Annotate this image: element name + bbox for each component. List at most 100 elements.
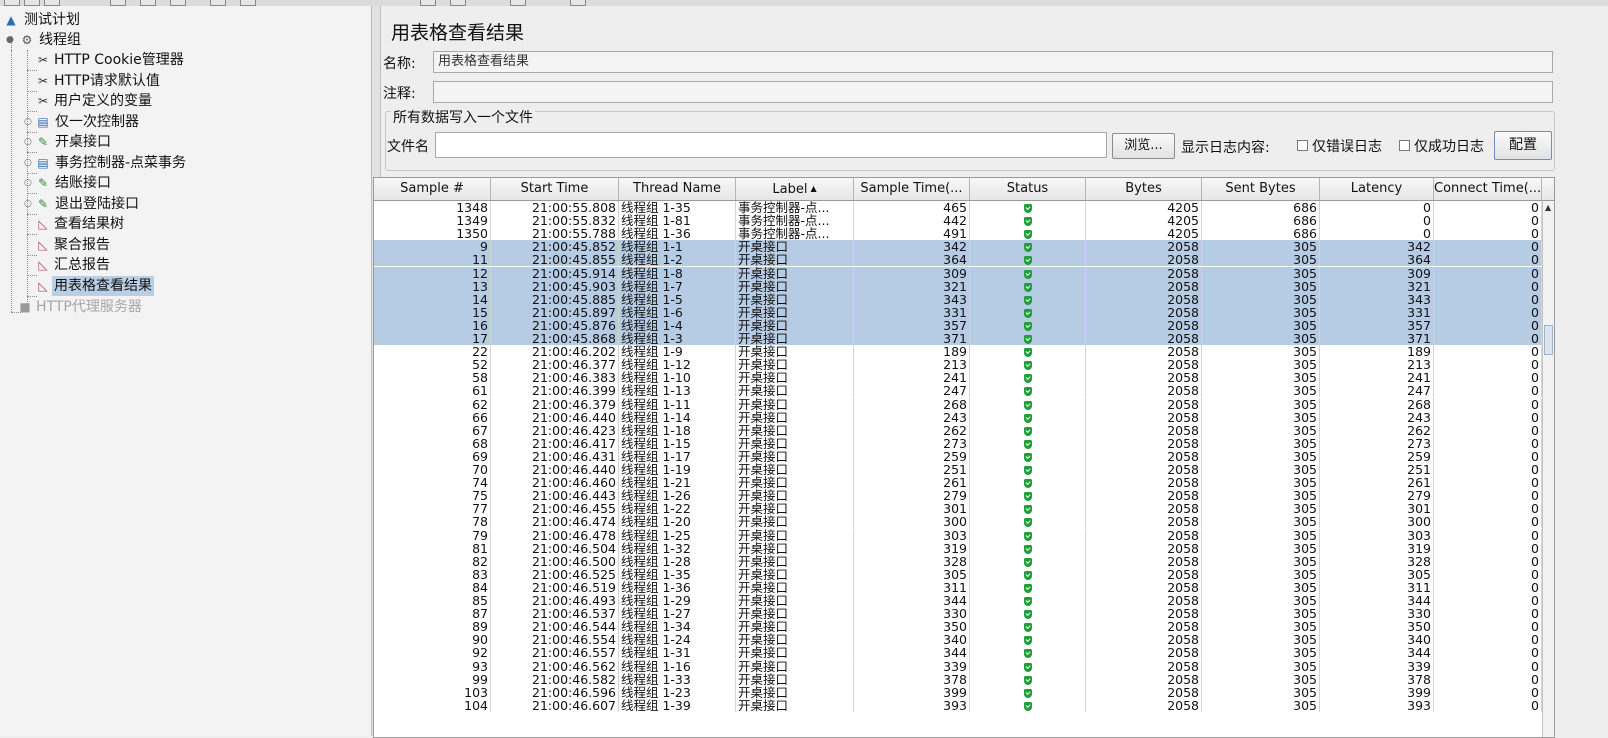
table-row[interactable]: 13 21:00:45.903 线程组 1-7 开桌接口 321 2058 305 321 0 [374,279,1542,293]
column-header-status[interactable]: Status [970,178,1086,200]
table-row[interactable]: 79 21:00:46.478 线程组 1-25 开桌接口 303 2058 305 303 0 [374,528,1542,542]
cell-bytes: 2058 [1086,554,1202,568]
table-row[interactable]: 1350 21:00:55.788 线程组 1-36 事务控制器-点... 491 420… [374,227,1542,241]
column-header-sample-time[interactable]: Sample Time(... [854,178,970,200]
column-header-bytes[interactable]: Bytes [1086,178,1202,200]
collapse-toggle-icon[interactable]: ● [6,36,14,45]
table-row[interactable]: 11 21:00:45.855 线程组 1-2 开桌接口 364 2058 305 364 0 [374,253,1542,267]
cell-sent-bytes: 305 [1202,358,1320,372]
column-header-start-time[interactable]: Start Time [491,178,619,200]
tree-node-user-defined-variables[interactable]: ✂ 用户定义的变量 [36,91,256,111]
table-row[interactable]: 77 21:00:46.455 线程组 1-22 开桌接口 301 2058 305 301 0 [374,502,1542,516]
tree-node-checkout-sampler[interactable]: ○ ✎ 结账接口 [22,173,242,193]
config-element-scissors-icon: ✂ [37,94,49,108]
column-header-connect-time[interactable]: Connect Time(... [1434,178,1542,200]
table-row[interactable]: 58 21:00:46.383 线程组 1-10 开桌接口 241 2058 305 241 0 [374,371,1542,385]
table-row[interactable]: 92 21:00:46.557 线程组 1-31 开桌接口 344 2058 305 344 0 [374,646,1542,660]
table-row[interactable]: 16 21:00:45.876 线程组 1-4 开桌接口 357 2058 305 357 0 [374,318,1542,332]
table-row[interactable]: 85 21:00:46.493 线程组 1-29 开桌接口 344 2058 305 344 0 [374,594,1542,607]
table-row[interactable]: 12 21:00:45.914 线程组 1-8 开桌接口 309 2058 305 309 0 [374,266,1542,280]
cell-sample-time: 371 [854,332,970,345]
tree-node-logout-sampler[interactable]: ○ ✎ 退出登陆接口 [22,194,242,214]
table-row[interactable]: 84 21:00:46.519 线程组 1-36 开桌接口 311 2058 305 311 0 [374,580,1542,594]
expand-toggle-icon[interactable]: ○ [24,138,32,147]
cell-status [970,371,1086,385]
cell-start-time: 21:00:45.855 [491,253,619,267]
tree-node-http-request-defaults[interactable]: ✂ HTTP请求默认值 [36,71,256,91]
table-row[interactable]: 83 21:00:46.525 线程组 1-35 开桌接口 305 2058 305 305 0 [374,567,1542,581]
cell-status [970,463,1086,476]
table-row[interactable]: 9 21:00:45.852 线程组 1-1 开桌接口 342 2058 305 342 0 [374,240,1542,254]
tree-node-open-table-sampler[interactable]: ○ ✎ 开桌接口 [22,132,242,152]
success-only-checkbox[interactable]: 仅成功日志 [1399,136,1484,156]
column-header-sample-number[interactable]: Sample # [374,178,491,200]
table-row[interactable]: 1348 21:00:55.808 线程组 1-35 事务控制器-点... 465 420… [374,201,1542,214]
table-vertical-scrollbar[interactable]: ▲ [1542,201,1554,737]
table-row[interactable]: 103 21:00:46.596 线程组 1-23 开桌接口 399 2058 305 399… [374,685,1542,699]
table-header: Sample # Start Time Thread Name Label ▲ Sampl… [374,178,1554,201]
checkbox-box[interactable] [1399,140,1410,151]
cell-thread-name: 线程组 1-33 [619,672,736,686]
table-row[interactable]: 15 21:00:45.897 线程组 1-6 开桌接口 331 2058 305 331 0 [374,305,1542,319]
expand-toggle-icon[interactable]: ○ [24,200,32,209]
tree-node-test-plan[interactable]: ▲ 测试计划 [4,10,204,30]
table-row[interactable]: 1349 21:00:55.832 线程组 1-81 事务控制器-点... 442 420… [374,214,1542,228]
tree-node-http-cookie-manager[interactable]: ✂ HTTP Cookie管理器 [36,50,256,70]
table-row[interactable]: 22 21:00:46.202 线程组 1-9 开桌接口 189 2058 305 189 0 [374,345,1542,359]
cell-connect-time: 0 [1434,423,1542,437]
table-row[interactable]: 104 21:00:46.607 线程组 1-39 开桌接口 393 2058 305 393… [374,698,1542,712]
checkbox-box[interactable] [1297,140,1308,151]
table-row[interactable]: 61 21:00:46.399 线程组 1-13 开桌接口 247 2058 305 247 0 [374,384,1542,398]
tree-node-summary-report[interactable]: ◺ 汇总报告 [36,255,256,275]
name-field[interactable]: 用表格查看结果 [433,51,1553,73]
browse-button[interactable]: 浏览... [1112,133,1175,159]
expand-toggle-icon[interactable]: ○ [24,118,32,127]
table-row[interactable]: 52 21:00:46.377 线程组 1-12 开桌接口 213 2058 305 213 0 [374,358,1542,372]
table-row[interactable]: 99 21:00:46.582 线程组 1-33 开桌接口 378 2058 305 378 0 [374,672,1542,686]
scroll-up-arrow-icon[interactable]: ▲ [1545,203,1551,212]
table-row[interactable]: 78 21:00:46.474 线程组 1-20 开桌接口 300 2058 305 300 0 [374,515,1542,529]
tree-node-thread-group[interactable]: ● ⚙ 线程组 [4,30,204,50]
filename-input[interactable] [435,132,1107,158]
table-row[interactable]: 82 21:00:46.500 线程组 1-28 开桌接口 328 2058 305 328 0 [374,554,1542,568]
tree-node-http-proxy-server[interactable]: ■ HTTP代理服务器 [18,297,238,317]
tree-node-once-only-controller[interactable]: ○ ▤ 仅一次控制器 [22,112,242,132]
success-shield-icon [1023,374,1032,384]
tree-node-aggregate-report[interactable]: ◺ 聚合报告 [36,235,256,255]
table-row[interactable]: 81 21:00:46.504 线程组 1-32 开桌接口 319 2058 305 319 0 [374,541,1542,555]
errors-only-checkbox[interactable]: 仅错误日志 [1297,136,1382,156]
table-row[interactable]: 89 21:00:46.544 线程组 1-34 开桌接口 350 2058 305 350 0 [374,620,1542,634]
cell-sample-number: 79 [374,528,491,542]
scrollbar-thumb[interactable] [1544,325,1553,355]
table-row[interactable]: 87 21:00:46.537 线程组 1-27 开桌接口 330 2058 305 330 0 [374,607,1542,621]
column-header-label[interactable]: Label ▲ [736,178,854,200]
table-row[interactable]: 67 21:00:46.423 线程组 1-18 开桌接口 262 2058 305 262 0 [374,423,1542,437]
expand-toggle-icon[interactable]: ○ [24,179,32,188]
table-row[interactable]: 62 21:00:46.379 线程组 1-11 开桌接口 268 2058 305 268 0 [374,397,1542,411]
tree-node-transaction-controller[interactable]: ○ ▤ 事务控制器-点菜事务 [22,153,242,173]
tree-node-view-results-tree[interactable]: ◺ 查看结果树 [36,214,256,234]
table-row[interactable]: 14 21:00:45.885 线程组 1-5 开桌接口 343 2058 305 343 0 [374,292,1542,306]
comment-field[interactable] [433,81,1553,103]
table-row[interactable]: 75 21:00:46.443 线程组 1-26 开桌接口 279 2058 305 279 0 [374,489,1542,503]
expand-toggle-icon[interactable]: ○ [24,159,32,168]
table-row[interactable]: 69 21:00:46.431 线程组 1-17 开桌接口 259 2058 305 259 0 [374,449,1542,463]
column-header-sent-bytes[interactable]: Sent Bytes [1202,178,1320,200]
column-header-thread-name[interactable]: Thread Name [619,178,736,200]
table-row[interactable]: 66 21:00:46.440 线程组 1-14 开桌接口 243 2058 305 243 0 [374,410,1542,424]
cell-sample-number: 62 [374,397,491,411]
cell-bytes: 2058 [1086,489,1202,503]
table-row[interactable]: 70 21:00:46.440 线程组 1-19 开桌接口 251 2058 305 251 0 [374,463,1542,476]
cell-status [970,201,1086,214]
tree-node-view-results-in-table[interactable]: ◺ 用表格查看结果 [36,276,256,296]
table-row[interactable]: 74 21:00:46.460 线程组 1-21 开桌接口 261 2058 305 261 0 [374,476,1542,490]
table-row[interactable]: 93 21:00:46.562 线程组 1-16 开桌接口 339 2058 305 339 0 [374,659,1542,673]
cell-start-time: 21:00:46.377 [491,358,619,372]
table-row[interactable]: 68 21:00:46.417 线程组 1-15 开桌接口 273 2058 305 273 0 [374,436,1542,450]
cell-status [970,698,1086,712]
table-row[interactable]: 17 21:00:45.868 线程组 1-3 开桌接口 371 2058 305 371 0 [374,332,1542,345]
table-row[interactable]: 90 21:00:46.554 线程组 1-24 开桌接口 340 2058 305 340 0 [374,633,1542,647]
configure-button[interactable]: 配置 [1494,131,1552,160]
column-header-latency[interactable]: Latency [1320,178,1434,200]
cell-status [970,332,1086,345]
